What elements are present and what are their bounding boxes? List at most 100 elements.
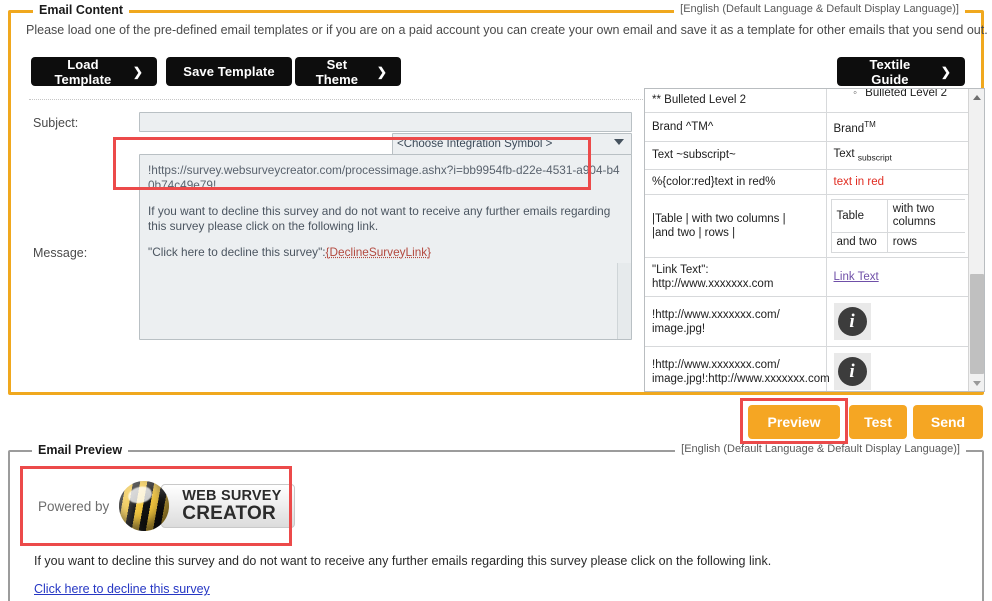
web-survey-creator-logo: WEB SURVEY CREATOR bbox=[119, 480, 294, 532]
logo-sphere-icon bbox=[119, 481, 169, 531]
textile-result-cell: Link Text bbox=[826, 258, 969, 297]
chevron-right-icon: ❯ bbox=[941, 66, 951, 78]
email-builder-page: Email Content [English (Default Language… bbox=[0, 0, 992, 601]
table-row: * Bulleted Level 1 ** Bulleted Level 2 B… bbox=[645, 88, 969, 113]
table-row: Text ~subscript~ Text subscript bbox=[645, 141, 969, 169]
info-icon: i bbox=[838, 307, 867, 336]
email-preview-panel: Email Preview [English (Default Language… bbox=[8, 450, 984, 601]
preview-button[interactable]: Preview bbox=[748, 405, 840, 439]
textile-syntax-line: "Link Text": bbox=[652, 263, 819, 277]
textile-syntax-line: image.jpg!:http://www.xxxxxxx.com bbox=[652, 372, 819, 386]
subject-input[interactable] bbox=[139, 112, 632, 132]
textile-syntax-cell: Text ~subscript~ bbox=[645, 141, 826, 169]
table-row: !http://www.xxxxxxx.com/ image.jpg!:http… bbox=[645, 347, 969, 392]
example-mini-table: Table with two columns and two rows bbox=[831, 199, 966, 253]
list-item: Bulleted Level 2 bbox=[865, 88, 947, 100]
save-template-label: Save Template bbox=[183, 64, 274, 79]
preview-decline-link[interactable]: Click here to decline this survey bbox=[34, 582, 210, 596]
save-template-button[interactable]: Save Template bbox=[166, 57, 292, 86]
send-label: Send bbox=[931, 414, 965, 430]
textile-result-cell: i bbox=[826, 347, 969, 392]
textile-syntax-line: |and two | rows | bbox=[652, 226, 819, 240]
chevron-down-icon bbox=[614, 139, 624, 145]
textile-syntax-line: ** Bulleted Level 2 bbox=[652, 93, 819, 107]
scroll-up-arrow-icon bbox=[973, 95, 981, 100]
message-decline-line: "Click here to decline this survey":{Dec… bbox=[148, 245, 621, 260]
powered-by-row: Powered by WEB SURVEY CREATOR bbox=[38, 480, 295, 532]
scrollbar-thumb[interactable] bbox=[970, 274, 984, 374]
textile-syntax-cell: * Bulleted Level 1 ** Bulleted Level 2 bbox=[645, 88, 826, 113]
textile-guide-table-panel: * Bulleted Level 1 ** Bulleted Level 2 B… bbox=[644, 88, 985, 392]
table-cell: with two columns bbox=[887, 200, 965, 233]
email-preview-language-note: [English (Default Language & Default Dis… bbox=[675, 443, 966, 455]
textile-result-cell: text in red bbox=[826, 170, 969, 195]
email-content-intro: Please load one of the pre-defined email… bbox=[26, 23, 988, 37]
test-label: Test bbox=[864, 414, 892, 430]
textile-syntax-cell: !http://www.xxxxxxx.com/ image.jpg! bbox=[645, 297, 826, 347]
test-button[interactable]: Test bbox=[849, 405, 907, 439]
integration-symbol-select[interactable]: <Choose Integration Symbol > bbox=[392, 133, 632, 155]
image-placeholder: i bbox=[834, 303, 871, 340]
brand-base-text: Brand bbox=[834, 123, 865, 135]
textile-result-cell: Text subscript bbox=[826, 141, 969, 169]
textile-syntax-cell: %{color:red}text in red% bbox=[645, 170, 826, 195]
logo-line-2: CREATOR bbox=[182, 504, 281, 523]
table-cell: and two bbox=[831, 233, 887, 253]
preview-label: Preview bbox=[768, 414, 821, 430]
scroll-down-button[interactable] bbox=[969, 375, 985, 391]
bulleted-list: Bulleted Level 2 bbox=[847, 88, 947, 100]
textile-result-cell: Table with two columns and two rows bbox=[826, 195, 969, 258]
table-row: Brand ^TM^ BrandTM bbox=[645, 113, 969, 142]
set-theme-label: Set Theme bbox=[309, 57, 365, 87]
email-content-language-note: [English (Default Language & Default Dis… bbox=[674, 3, 965, 15]
table-row: !http://www.xxxxxxx.com/ image.jpg! i bbox=[645, 297, 969, 347]
textile-syntax-cell: "Link Text": http://www.xxxxxxx.com bbox=[645, 258, 826, 297]
logo-wordmark: WEB SURVEY CREATOR bbox=[161, 484, 294, 528]
textile-syntax-line: |Table | with two columns | bbox=[652, 212, 819, 226]
table-cell: Table bbox=[831, 200, 887, 233]
powered-by-label: Powered by bbox=[38, 499, 109, 514]
chevron-right-icon: ❯ bbox=[133, 66, 143, 78]
table-row: Table with two columns bbox=[831, 200, 965, 233]
message-label: Message: bbox=[33, 246, 87, 260]
subscript-text: subscript bbox=[858, 152, 892, 162]
info-icon: i bbox=[838, 357, 867, 386]
subject-label: Subject: bbox=[33, 116, 78, 130]
textile-syntax-line: !http://www.xxxxxxx.com/ bbox=[652, 308, 819, 322]
textile-syntax-cell: Brand ^TM^ bbox=[645, 113, 826, 142]
preview-body-text: If you want to decline this survey and d… bbox=[34, 554, 771, 568]
textile-guide-table: * Bulleted Level 1 ** Bulleted Level 2 B… bbox=[645, 88, 969, 392]
scroll-down-arrow-icon bbox=[973, 381, 981, 386]
scroll-up-button[interactable] bbox=[969, 89, 985, 105]
trademark-superscript: TM bbox=[864, 120, 876, 129]
table-row: %{color:red}text in red% text in red bbox=[645, 170, 969, 195]
textile-result-cell: Bulleted Level 2 bbox=[826, 88, 969, 113]
textile-guide-button[interactable]: Textile Guide ❯ bbox=[837, 57, 965, 86]
image-placeholder: i bbox=[834, 353, 871, 390]
textile-syntax-line: !http://www.xxxxxxx.com/ bbox=[652, 358, 819, 372]
message-scrollbar[interactable] bbox=[617, 263, 631, 339]
logo-line-1: WEB SURVEY bbox=[182, 489, 281, 504]
message-textarea[interactable]: !https://survey.websurveycreator.com/pro… bbox=[139, 154, 632, 340]
textile-syntax-line: image.jpg! bbox=[652, 322, 819, 336]
email-content-legend: Email Content bbox=[33, 3, 129, 17]
set-theme-button[interactable]: Set Theme ❯ bbox=[295, 57, 401, 86]
load-template-label: Load Template bbox=[45, 57, 121, 87]
message-body-text: If you want to decline this survey and d… bbox=[148, 204, 621, 234]
textile-guide-scrollbar[interactable] bbox=[968, 89, 984, 391]
integration-symbol-selected-value: <Choose Integration Symbol > bbox=[397, 138, 552, 150]
table-row: |Table | with two columns | |and two | r… bbox=[645, 195, 969, 258]
textile-guide-label: Textile Guide bbox=[851, 57, 929, 87]
text-base: Text bbox=[834, 148, 855, 160]
textile-syntax-cell: !http://www.xxxxxxx.com/ image.jpg!:http… bbox=[645, 347, 826, 392]
textile-syntax-line: http://www.xxxxxxx.com bbox=[652, 277, 819, 291]
example-link[interactable]: Link Text bbox=[834, 271, 879, 283]
textile-result-cell: i bbox=[826, 297, 969, 347]
send-button[interactable]: Send bbox=[913, 405, 983, 439]
message-link-prefix: "Click here to decline this survey": bbox=[148, 245, 326, 259]
email-preview-legend: Email Preview bbox=[32, 443, 128, 457]
email-content-panel: Email Content [English (Default Language… bbox=[8, 10, 984, 395]
table-row: "Link Text": http://www.xxxxxxx.com Link… bbox=[645, 258, 969, 297]
message-image-tag: !https://survey.websurveycreator.com/pro… bbox=[148, 163, 621, 193]
load-template-button[interactable]: Load Template ❯ bbox=[31, 57, 157, 86]
